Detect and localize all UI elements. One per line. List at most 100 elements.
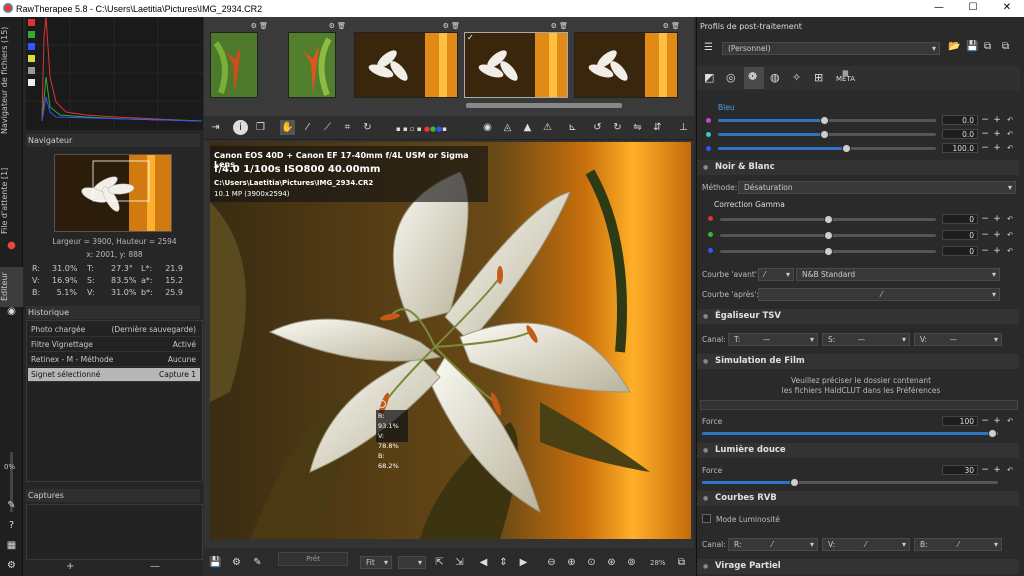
remove-capture-button[interactable]: — [150, 561, 160, 572]
reset-icon[interactable]: ↶ [1005, 230, 1015, 240]
history-item-selected[interactable]: Signet sélectionné Capture 1 [28, 368, 200, 382]
nb-section-header[interactable]: Noir & Blanc [697, 160, 1019, 175]
tab-editor[interactable]: Éditeur [0, 267, 23, 307]
increment-button[interactable]: + [992, 246, 1002, 256]
split-toning-section-header[interactable]: Virage Partiel [697, 559, 1019, 574]
tsv-t-combo[interactable]: T: — [728, 333, 818, 346]
curve-before-combo[interactable]: N&B Standard [796, 268, 1000, 281]
rgb-curves-section-header[interactable]: Courbes RVB [697, 491, 1019, 506]
bleu-value-2[interactable]: 0.0 [942, 129, 978, 139]
tab-advanced-icon[interactable]: ✧ [792, 71, 801, 84]
history-item[interactable]: Filtre Vignettage Activé [28, 338, 200, 352]
clip-warning-icon[interactable]: ⚠ [540, 120, 555, 135]
filmstrip-scrollbar[interactable] [466, 103, 622, 108]
reset-icon[interactable]: ↶ [1005, 115, 1015, 125]
before-after-icon[interactable]: ❐ [253, 120, 268, 135]
zoom-crop-icon[interactable]: ⊚ [624, 555, 639, 570]
rotate-left-icon[interactable]: ↺ [590, 120, 605, 135]
raw-toggle[interactable] [28, 79, 35, 86]
histogram-icon[interactable]: ⊾ [565, 120, 580, 135]
decrement-button[interactable]: − [980, 129, 990, 139]
tab-transform-icon[interactable]: ⊞ [814, 71, 823, 84]
hide-right-panel-icon[interactable]: ⊥ [676, 120, 691, 135]
reset-icon[interactable]: ↶ [1005, 143, 1015, 153]
settings-icon[interactable]: ⚙ [5, 559, 18, 572]
preset-combo[interactable]: Fit [360, 556, 392, 569]
decrement-button[interactable]: − [980, 230, 990, 240]
bleu-value-1[interactable]: 0.0 [942, 115, 978, 125]
blue-toggle[interactable] [28, 43, 35, 50]
increment-button[interactable]: + [992, 143, 1002, 153]
chroma-toggle[interactable] [28, 67, 35, 74]
hide-left-panel-icon[interactable]: ⇥ [208, 120, 223, 135]
zoom-100-icon[interactable]: ⊙ [584, 555, 599, 570]
increment-button[interactable]: + [992, 214, 1002, 224]
increment-button[interactable]: + [992, 416, 1002, 426]
hand-tool-icon[interactable]: ✋ [280, 120, 295, 135]
gamma-value-g[interactable]: 0 [942, 230, 978, 240]
copy-profile-icon[interactable]: ⧉ [984, 41, 991, 52]
decrement-button[interactable]: − [980, 416, 990, 426]
grid-icon[interactable]: ▦ [5, 539, 18, 552]
rgb-b-combo[interactable]: B: ⁄ [914, 538, 1002, 551]
sync-icon[interactable]: ⇕ [496, 555, 511, 570]
zoom-out-icon[interactable]: ⊖ [544, 555, 559, 570]
history-item[interactable]: Retinex - M - Méthode Aucune [28, 353, 200, 367]
increment-button[interactable]: + [992, 115, 1002, 125]
captures-header[interactable]: Captures [26, 489, 200, 502]
navigator-header[interactable]: Navigateur [26, 134, 200, 147]
gamma-slider-r[interactable] [720, 215, 936, 224]
tab-favorites-icon[interactable]: ◩ [704, 71, 714, 84]
tab-exposure-icon[interactable]: ◎ [726, 71, 736, 84]
bleu-value-3[interactable]: 100.0 [942, 143, 978, 153]
tab-meta-icon[interactable]: ▦ META [836, 70, 855, 83]
gamma-value-b[interactable]: 0 [942, 246, 978, 256]
increment-button[interactable]: + [992, 230, 1002, 240]
white-balance-picker-icon[interactable]: ⁄ [300, 120, 315, 135]
tab-file-browser[interactable]: Navigateur de fichiers (15) [0, 25, 23, 135]
profile-list-icon[interactable]: ☰ [704, 42, 713, 53]
decrement-button[interactable]: − [980, 246, 990, 256]
open-profile-icon[interactable]: 📂 [948, 41, 960, 52]
tsv-s-combo[interactable]: S: — [822, 333, 910, 346]
tab-detail-icon[interactable]: ◍ [770, 71, 780, 84]
decrement-button[interactable]: − [980, 214, 990, 224]
fit-icon[interactable]: ⇲ [452, 555, 467, 570]
gamma-value-r[interactable]: 0 [942, 214, 978, 224]
navigator-thumbnail[interactable] [54, 154, 172, 232]
rgb-r-combo[interactable]: R: ⁄ [728, 538, 818, 551]
straighten-icon[interactable]: ⟋ [320, 120, 335, 135]
rotate-right-icon[interactable]: ↻ [610, 120, 625, 135]
increment-button[interactable]: + [992, 465, 1002, 475]
tsv-v-combo[interactable]: V: — [914, 333, 1002, 346]
curve-after-combo[interactable]: ⁄ [758, 288, 1000, 301]
film-force-slider[interactable] [702, 429, 998, 438]
soft-force-slider[interactable] [702, 478, 998, 487]
filmstrip-thumb-selected[interactable] [464, 32, 568, 98]
filmstrip-thumb[interactable] [210, 32, 258, 98]
gamma-slider-b[interactable] [720, 247, 936, 256]
bleu-slider-3[interactable] [718, 144, 936, 153]
external-editor-icon[interactable]: ✎ [250, 555, 265, 570]
help-icon[interactable]: ? [5, 519, 18, 532]
luminance-toggle[interactable] [28, 55, 35, 62]
add-capture-button[interactable]: + [66, 561, 74, 572]
queue-add-icon[interactable]: ⚙ [229, 555, 244, 570]
new-window-icon[interactable]: ⧉ [674, 555, 689, 570]
color-picker-marker[interactable] [378, 400, 386, 408]
rgb-v-combo[interactable]: V: ⁄ [822, 538, 910, 551]
decrement-button[interactable]: − [980, 465, 990, 475]
preview-channel-icons[interactable]: ▪ ▪ ▫ ▪ ●●●▪ [396, 125, 447, 133]
crop-icon[interactable]: ⌗ [340, 120, 355, 135]
tsv-section-header[interactable]: Égaliseur TSV [697, 309, 1019, 324]
maximize-button[interactable]: ☐ [956, 0, 990, 17]
history-item[interactable]: Photo chargée (Dernière sauvegarde) [28, 323, 200, 337]
shadow-warning-icon[interactable]: ◬ [500, 120, 515, 135]
haldclut-combo[interactable] [700, 400, 1018, 410]
flip-v-icon[interactable]: ⇵ [650, 120, 665, 135]
luminosity-mode-checkbox[interactable] [702, 514, 711, 523]
bleu-slider-2[interactable] [718, 130, 936, 139]
decrement-button[interactable]: − [980, 143, 990, 153]
highlight-warning-icon[interactable]: ▲ [520, 120, 535, 135]
reset-icon[interactable]: ↶ [1005, 129, 1015, 139]
